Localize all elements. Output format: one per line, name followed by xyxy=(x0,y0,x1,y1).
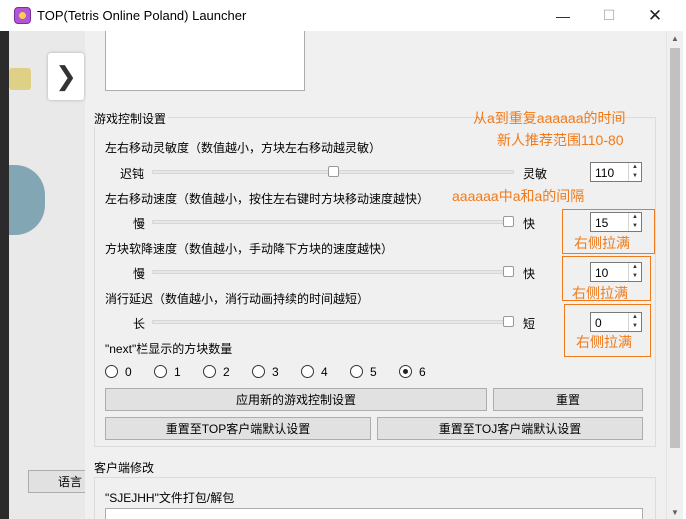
preview-box xyxy=(105,31,305,91)
sensitivity-spin-arrows[interactable]: ▲ ▼ xyxy=(628,163,641,181)
window-title: TOP(Tetris Online Poland) Launcher xyxy=(37,8,247,23)
language-button[interactable]: 语言 xyxy=(28,470,88,493)
sjejhh-pack-label: "SJEJHH"文件打包/解包 xyxy=(105,491,235,505)
next-count-radio-5[interactable] xyxy=(350,365,363,378)
reset-button[interactable]: 重置 xyxy=(493,388,643,411)
game-control-group-title: 游戏控制设置 xyxy=(92,110,169,127)
spin-down-icon[interactable]: ▼ xyxy=(629,172,641,181)
line-clear-delay-left-label: 长 xyxy=(133,317,146,331)
annotation-repeat-time: 从a到重复aaaaaa的时间 xyxy=(473,110,626,126)
line-clear-delay-slider[interactable] xyxy=(152,320,514,324)
soft-drop-right-label: 快 xyxy=(523,267,536,281)
vertical-scrollbar[interactable]: ▲ ▼ xyxy=(666,31,683,519)
soft-drop-slider-thumb[interactable] xyxy=(503,266,514,277)
next-count-radio-label: 3 xyxy=(272,365,279,379)
move-speed-right-label: 快 xyxy=(523,217,536,231)
next-count-radio-4[interactable] xyxy=(301,365,314,378)
next-count-label: "next"栏显示的方块数量 xyxy=(105,342,233,356)
reset-toj-default-button[interactable]: 重置至TOJ客户端默认设置 xyxy=(377,417,643,440)
next-count-radio-label: 4 xyxy=(321,365,328,379)
line-clear-delay-right-label: 短 xyxy=(523,317,536,331)
sensitivity-right-label: 灵敏 xyxy=(523,167,548,181)
line-clear-delay-slider-thumb[interactable] xyxy=(503,316,514,327)
sensitivity-label: 左右移动灵敏度（数值越小，方块左右移动越灵敏） xyxy=(105,141,382,155)
back-arrow-button[interactable]: ❯ xyxy=(48,53,84,100)
move-speed-label: 左右移动速度（数值越小，按住左右键时方块移动速度越快） xyxy=(105,192,430,206)
apply-settings-button[interactable]: 应用新的游戏控制设置 xyxy=(105,388,487,411)
scroll-up-icon[interactable]: ▲ xyxy=(667,31,683,45)
sensitivity-left-label: 迟钝 xyxy=(120,167,145,181)
annotation-interval: aaaaaa中a和a的间隔 xyxy=(452,188,585,204)
next-count-radio-6[interactable] xyxy=(399,365,412,378)
move-speed-slider[interactable] xyxy=(152,220,514,224)
annotation-recommend-range: 新人推荐范围110-80 xyxy=(497,132,624,148)
sensitivity-value: 110 xyxy=(595,166,615,180)
move-speed-slider-thumb[interactable] xyxy=(503,216,514,227)
sjejhh-box xyxy=(105,508,643,519)
next-count-radio-label: 6 xyxy=(419,365,426,379)
title-bar: TOP(Tetris Online Poland) Launcher — ☐ ✕ xyxy=(0,0,686,31)
app-logo-icon xyxy=(14,7,31,24)
next-count-radio-0[interactable] xyxy=(105,365,118,378)
next-count-radio-label: 5 xyxy=(370,365,377,379)
close-button[interactable]: ✕ xyxy=(632,0,678,31)
next-count-radio-2[interactable] xyxy=(203,365,216,378)
soft-drop-slider[interactable] xyxy=(152,270,514,274)
next-count-radio-label: 0 xyxy=(125,365,132,379)
scroll-down-icon[interactable]: ▼ xyxy=(667,505,683,519)
next-count-radio-3[interactable] xyxy=(252,365,265,378)
reset-top-default-button[interactable]: 重置至TOP客户端默认设置 xyxy=(105,417,371,440)
window-left-edge xyxy=(0,31,9,519)
maximize-button[interactable]: ☐ xyxy=(586,0,632,31)
spin-up-icon[interactable]: ▲ xyxy=(629,163,641,172)
annotation-max-right-1: 右侧拉满 xyxy=(574,235,630,251)
sensitivity-slider-thumb[interactable] xyxy=(327,166,339,177)
soft-drop-label: 方块软降速度（数值越小，手动降下方块的速度越快） xyxy=(105,242,394,256)
scrollbar-thumb[interactable] xyxy=(670,48,680,448)
client-mod-group-title: 客户端修改 xyxy=(92,459,157,476)
move-speed-left-label: 慢 xyxy=(133,217,146,231)
next-count-radio-label: 2 xyxy=(223,365,230,379)
soft-drop-left-label: 慢 xyxy=(133,267,146,281)
annotation-max-right-3: 右侧拉满 xyxy=(576,334,632,350)
next-count-radio-1[interactable] xyxy=(154,365,167,378)
line-clear-delay-label: 消行延迟（数值越小，消行动画持续的时间越短） xyxy=(105,292,370,306)
sensitivity-spinbox[interactable]: 110 ▲ ▼ xyxy=(590,162,642,182)
minimize-button[interactable]: — xyxy=(540,0,586,31)
next-count-radio-label: 1 xyxy=(174,365,181,379)
background-area xyxy=(9,31,85,519)
background-decoration-yellow xyxy=(9,68,31,90)
annotation-max-right-2: 右侧拉满 xyxy=(572,285,628,301)
